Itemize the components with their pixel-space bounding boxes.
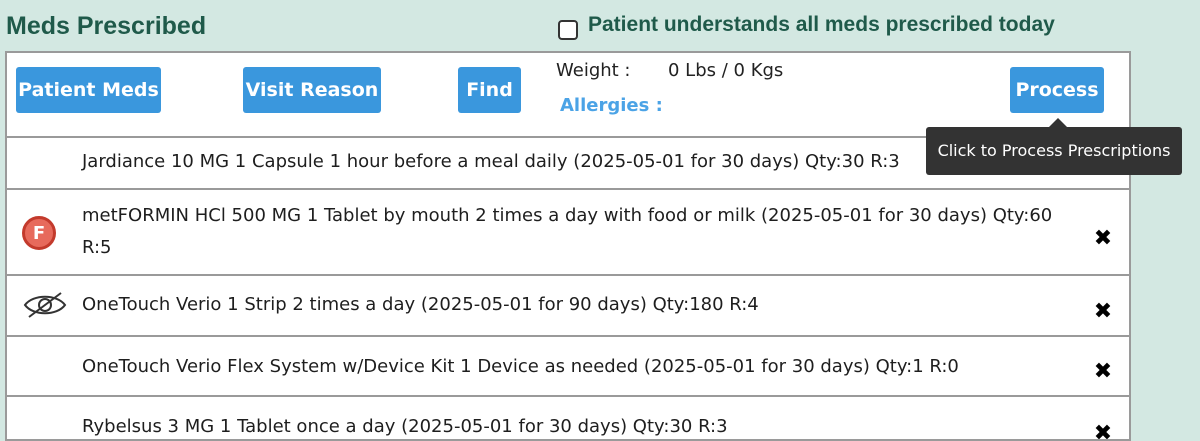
patient-understands-control[interactable]: Patient understands all meds prescribed … bbox=[558, 11, 1055, 45]
allergies-link[interactable]: Allergies : bbox=[560, 94, 663, 118]
hidden-eye-icon[interactable] bbox=[22, 290, 68, 320]
process-tooltip: Click to Process Prescriptions bbox=[926, 118, 1182, 175]
visit-reason-button[interactable]: Visit Reason bbox=[243, 67, 381, 113]
med-row: Rybelsus 3 MG 1 Tablet once a day (2025-… bbox=[7, 397, 1129, 440]
patient-understands-label[interactable]: Patient understands all meds prescribed … bbox=[588, 11, 1055, 39]
med-description: OneTouch Verio Flex System w/Device Kit … bbox=[82, 356, 959, 377]
weight-value: 0 Lbs / 0 Kgs bbox=[668, 60, 784, 81]
med-row: OneTouch Verio 1 Strip 2 times a day (20… bbox=[7, 276, 1129, 337]
med-description: metFORMIN HCl 500 MG 1 Tablet by mouth 2… bbox=[82, 205, 1053, 258]
med-description: OneTouch Verio 1 Strip 2 times a day (20… bbox=[82, 294, 759, 315]
weight-label: Weight : bbox=[556, 60, 631, 81]
patient-understands-checkbox[interactable] bbox=[558, 20, 578, 40]
page-title: Meds Prescribed bbox=[6, 12, 207, 40]
remove-icon[interactable]: ✖ bbox=[1092, 228, 1114, 250]
med-description: Rybelsus 3 MG 1 Tablet once a day (2025-… bbox=[82, 416, 728, 437]
meds-panel: Patient Meds Visit Reason Find Weight : … bbox=[5, 51, 1131, 441]
remove-icon[interactable]: ✖ bbox=[1092, 423, 1114, 440]
med-row: F metFORMIN HCl 500 MG 1 Tablet by mouth… bbox=[7, 190, 1129, 276]
formulary-badge-icon: F bbox=[22, 216, 56, 250]
meds-toolbar: Patient Meds Visit Reason Find Weight : … bbox=[7, 53, 1129, 138]
find-button[interactable]: Find bbox=[458, 67, 521, 113]
patient-meds-button[interactable]: Patient Meds bbox=[16, 67, 161, 113]
med-row: OneTouch Verio Flex System w/Device Kit … bbox=[7, 337, 1129, 397]
remove-icon[interactable]: ✖ bbox=[1092, 301, 1114, 323]
remove-icon[interactable]: ✖ bbox=[1092, 361, 1114, 383]
process-button[interactable]: Process bbox=[1010, 67, 1104, 113]
